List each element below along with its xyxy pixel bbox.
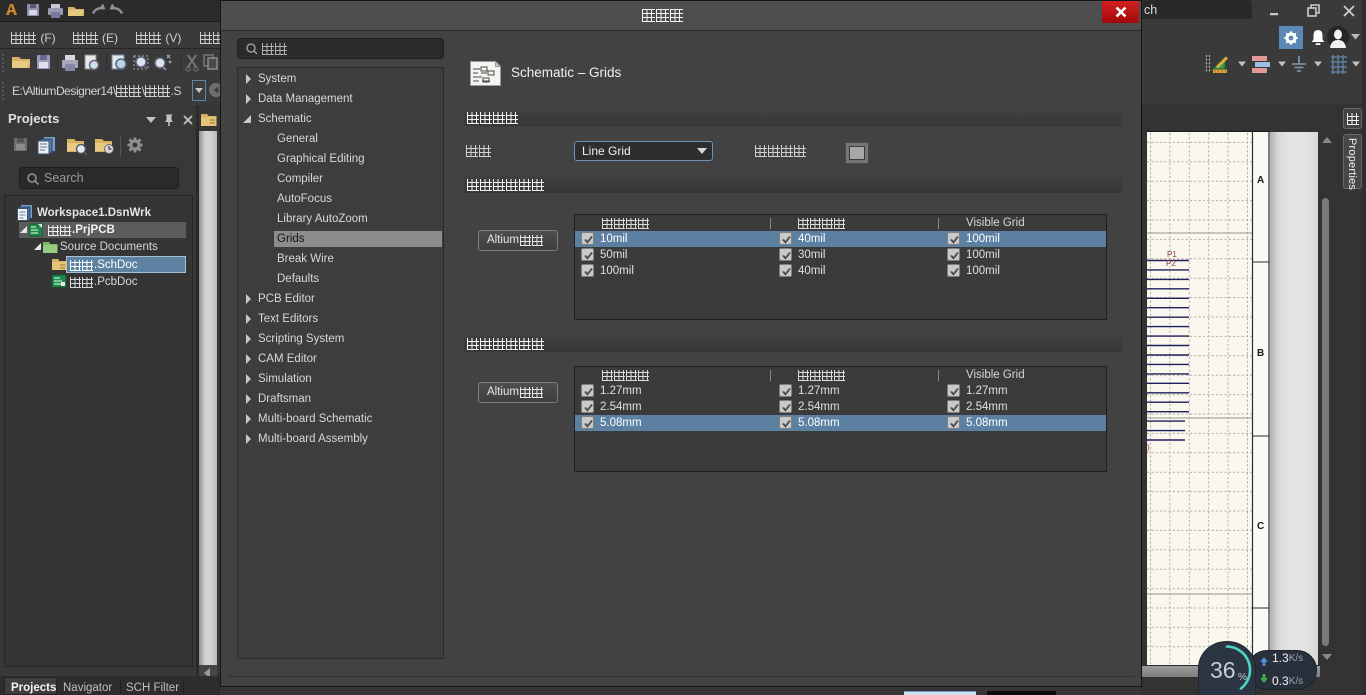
svg-text:P2: P2	[1166, 259, 1176, 268]
svg-text:%: %	[1238, 672, 1247, 683]
svg-text:): )	[1147, 443, 1150, 452]
svg-text:B: B	[1257, 348, 1264, 359]
svg-text:36: 36	[1210, 657, 1236, 683]
svg-text:A: A	[1257, 175, 1264, 186]
svg-text:P1: P1	[1167, 250, 1177, 259]
svg-text:C: C	[1257, 521, 1264, 532]
